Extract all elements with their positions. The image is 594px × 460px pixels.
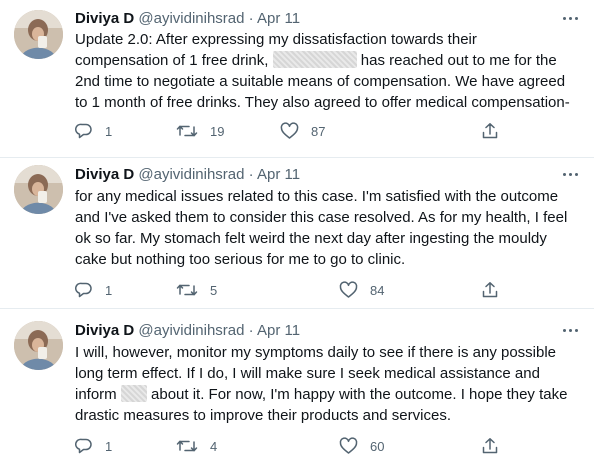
author-handle[interactable]: @ayividinihsrad (138, 166, 244, 183)
redacted-text (272, 51, 357, 68)
tweet-date[interactable]: Apr 11 (257, 322, 300, 339)
tweet-header: Diviya D @ayividinihsrad · Apr 11 (75, 165, 300, 185)
tweet-text-line: I will, however, monitor my symptoms dai… (75, 344, 557, 361)
author-handle[interactable]: @ayividinihsrad (138, 322, 244, 339)
retweet-icon (176, 125, 198, 137)
tweet-text: Update 2.0: After expressing my dissatis… (75, 29, 585, 113)
share-button[interactable] (481, 435, 499, 457)
tweet-text-line: for any medical issues related to this c… (75, 188, 559, 205)
more-icon (563, 17, 566, 20)
tweet-text-line: to 1 month of free drinks. They also agr… (75, 94, 570, 111)
reply-button[interactable]: 1 (75, 120, 112, 142)
like-count: 60 (370, 438, 385, 454)
tweet-actions: 1 19 87 (75, 120, 505, 142)
more-icon (563, 173, 566, 176)
reply-count: 1 (105, 282, 113, 298)
tweet-text-line: cake but nothing too serious for me to g… (75, 251, 406, 268)
retweet-count: 5 (210, 282, 218, 298)
retweet-button[interactable]: 19 (176, 120, 224, 142)
meta-separator: · (248, 322, 254, 339)
share-button[interactable] (481, 279, 499, 301)
heart-icon (339, 437, 358, 454)
tweet-text-line: drastic measures to improve their produc… (75, 407, 451, 424)
tweet[interactable]: Diviya D @ayividinihsrad · Apr 11 I will… (0, 309, 594, 460)
tweet-actions: 1 4 60 (75, 435, 505, 457)
like-button[interactable]: 87 (280, 120, 325, 142)
retweet-count: 4 (210, 438, 218, 454)
tweet-text: I will, however, monitor my symptoms dai… (75, 342, 585, 426)
reply-button[interactable]: 1 (75, 435, 112, 457)
heart-icon (339, 281, 358, 298)
avatar[interactable] (14, 321, 63, 370)
tweet-actions: 1 5 84 (75, 279, 505, 301)
tweet-text-line: compensation of 1 free drink, has reache… (75, 51, 557, 69)
reply-button[interactable]: 1 (75, 279, 112, 301)
tweet-header: Diviya D @ayividinihsrad · Apr 11 (75, 9, 300, 29)
author-name[interactable]: Diviya D (75, 322, 134, 339)
share-button[interactable] (481, 120, 499, 142)
retweet-icon (176, 440, 198, 452)
reply-count: 1 (105, 123, 113, 139)
meta-separator: · (248, 10, 254, 27)
more-options-button[interactable] (562, 164, 580, 184)
reply-count: 1 (105, 438, 113, 454)
like-button[interactable]: 60 (339, 435, 384, 457)
tweet-text-line: inform about it. For now, I'm happy with… (75, 385, 568, 403)
retweet-button[interactable]: 4 (176, 435, 217, 457)
like-count: 84 (370, 282, 385, 298)
retweet-count: 19 (210, 123, 225, 139)
more-icon (563, 329, 566, 332)
retweet-button[interactable]: 5 (176, 279, 217, 301)
author-handle[interactable]: @ayividinihsrad (138, 10, 244, 27)
heart-icon (280, 122, 299, 139)
tweet-date[interactable]: Apr 11 (257, 166, 300, 183)
tweet-text-line: ok so far. My stomach felt weird the nex… (75, 230, 547, 247)
avatar[interactable] (14, 10, 63, 59)
like-count: 87 (311, 123, 326, 139)
tweet-text-line: Update 2.0: After expressing my dissatis… (75, 31, 477, 48)
like-button[interactable]: 84 (339, 279, 384, 301)
share-icon (482, 123, 498, 139)
tweet-text-line: and I've asked them to consider this cas… (75, 209, 568, 226)
tweet[interactable]: Diviya D @ayividinihsrad · Apr 11 Update… (0, 0, 594, 158)
redacted-text (120, 385, 147, 402)
tweet-text-line: long term effect. If I do, I will make s… (75, 365, 540, 382)
author-name[interactable]: Diviya D (75, 10, 134, 27)
meta-separator: · (248, 166, 254, 183)
avatar[interactable] (14, 165, 63, 214)
more-options-button[interactable] (562, 8, 580, 28)
tweet[interactable]: Diviya D @ayividinihsrad · Apr 11 for an… (0, 158, 594, 309)
tweet-text-line: 2nd time to negotiate a suitable means o… (75, 73, 566, 90)
tweet-text: for any medical issues related to this c… (75, 186, 585, 270)
author-name[interactable]: Diviya D (75, 166, 134, 183)
retweet-icon (176, 284, 198, 296)
more-options-button[interactable] (562, 320, 580, 340)
tweet-date[interactable]: Apr 11 (257, 10, 300, 27)
share-icon (482, 438, 498, 454)
reply-icon (75, 282, 92, 298)
share-icon (482, 282, 498, 298)
tweet-header: Diviya D @ayividinihsrad · Apr 11 (75, 321, 300, 341)
reply-icon (75, 438, 92, 454)
reply-icon (75, 123, 92, 139)
